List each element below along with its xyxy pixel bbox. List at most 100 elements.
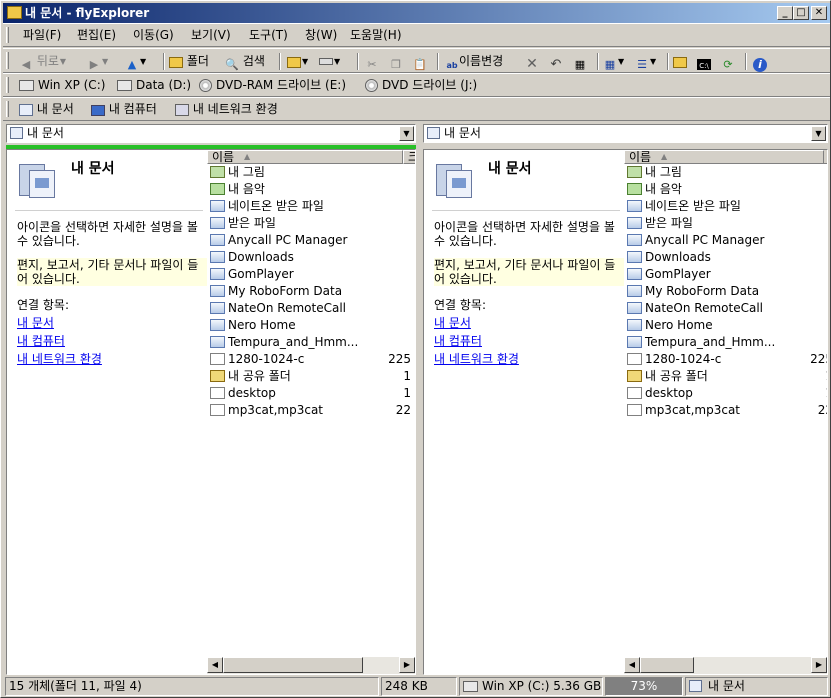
undo-icon: ↶ xyxy=(550,57,562,72)
file-name: My RoboForm Data xyxy=(228,284,343,298)
related-my-documents[interactable]: 내 문서 xyxy=(434,314,519,332)
scroll-left-button[interactable]: ◀ xyxy=(207,657,223,673)
title-bar[interactable]: 내 문서 - flyExplorer _ □ ✕ xyxy=(3,3,830,23)
left-pane[interactable]: 내 문서 ▼ 내 문서 아이콘을 선택하면 자세한 설명을 볼 수 있습니다. … xyxy=(5,122,416,675)
list-item[interactable]: 내 공유 폴더 1 xyxy=(207,368,415,385)
minimize-button[interactable]: _ xyxy=(777,6,793,20)
list-item[interactable]: 1280-1024-c 225 xyxy=(624,351,827,368)
list-item[interactable]: 1280-1024-c 225 xyxy=(207,351,415,368)
close-button[interactable]: ✕ xyxy=(811,6,827,20)
rename-button[interactable]: ab이름변경 xyxy=(445,52,503,71)
scroll-right-button[interactable]: ▶ xyxy=(811,657,827,673)
drive-j[interactable]: DVD 드라이브 (J:) xyxy=(365,76,477,95)
list-item[interactable]: Tempura_and_Hmm... xyxy=(207,334,415,351)
list-item[interactable]: Downloads xyxy=(624,249,827,266)
file-list[interactable]: 이름 ▲ 내 그림 내 음악 네이트온 받은 파일 받은 파일 Anycall PC Ma… xyxy=(624,150,827,656)
menu-view[interactable]: 보기(V) xyxy=(187,27,235,43)
list-item[interactable]: 내 음악 xyxy=(624,181,827,198)
drive-d[interactable]: Data (D:) xyxy=(117,76,191,95)
forward-button[interactable]: ▶ ▼ xyxy=(87,52,108,71)
move-folder-icon xyxy=(287,57,301,68)
list-item[interactable]: My RoboForm Data xyxy=(624,283,827,300)
column-header-name[interactable]: 이름 ▲ xyxy=(624,150,824,164)
fav-network[interactable]: 내 네트워크 환경 xyxy=(175,100,278,119)
list-item[interactable]: 내 그림 xyxy=(207,164,415,181)
menu-file[interactable]: 파일(F) xyxy=(19,27,65,43)
back-button[interactable]: ◀ 뒤로▼ xyxy=(19,52,66,71)
menu-window[interactable]: 창(W) xyxy=(301,27,341,43)
fav-my-documents[interactable]: 내 문서 xyxy=(19,100,74,119)
address-combo[interactable]: 내 문서 ▼ xyxy=(6,124,416,143)
list-item[interactable]: Anycall PC Manager xyxy=(624,232,827,249)
list-item[interactable]: Nero Home xyxy=(207,317,415,334)
address-dropdown-button[interactable]: ▼ xyxy=(399,126,414,141)
related-my-computer[interactable]: 내 컴퓨터 xyxy=(17,332,102,350)
column-header-size[interactable]: 크 xyxy=(403,150,415,164)
scroll-thumb[interactable] xyxy=(223,657,363,673)
list-item[interactable]: NateOn RemoteCall xyxy=(624,300,827,317)
related-my-documents[interactable]: 내 문서 xyxy=(17,314,102,332)
drive-e[interactable]: DVD-RAM 드라이브 (E:) xyxy=(199,76,346,95)
scroll-right-button[interactable]: ▶ xyxy=(399,657,415,673)
list-item[interactable]: 네이트온 받은 파일 xyxy=(207,198,415,215)
maximize-button[interactable]: □ xyxy=(793,6,809,20)
list-item[interactable]: Anycall PC Manager xyxy=(207,232,415,249)
paste-button[interactable]: 📋 xyxy=(413,52,427,71)
about-button[interactable]: i xyxy=(753,52,767,72)
scroll-thumb[interactable] xyxy=(640,657,694,673)
list-item[interactable]: GomPlayer xyxy=(624,266,827,283)
drive-button[interactable]: ▼ xyxy=(319,52,340,71)
list-item[interactable]: desktop 1 xyxy=(207,385,415,402)
toolbar-grip[interactable] xyxy=(6,52,9,69)
list-item[interactable]: Nero Home xyxy=(624,317,827,334)
list-item[interactable]: 내 그림 xyxy=(624,164,827,181)
horizontal-scrollbar[interactable]: ◀ ▶ xyxy=(624,657,827,674)
cut-button[interactable]: ✂ xyxy=(365,52,379,71)
menu-edit[interactable]: 편집(E) xyxy=(73,27,120,43)
list-item[interactable]: mp3cat,mp3cat 22 xyxy=(624,402,827,419)
move-to-button[interactable]: ▼ xyxy=(287,52,308,71)
drive-c[interactable]: Win XP (C:) xyxy=(19,76,105,95)
list-item[interactable]: 내 공유 폴더 1 xyxy=(624,368,827,385)
address-combo[interactable]: 내 문서 ▼ xyxy=(423,124,828,143)
list-item[interactable]: desktop 1 xyxy=(624,385,827,402)
up-button[interactable]: ▲ ▼ xyxy=(125,52,146,71)
properties-button[interactable]: ▦ xyxy=(573,52,587,71)
fav-my-computer[interactable]: 내 컴퓨터 xyxy=(91,100,157,119)
list-item[interactable]: Tempura_and_Hmm... xyxy=(624,334,827,351)
list-item[interactable]: 내 음악 xyxy=(207,181,415,198)
address-dropdown-button[interactable]: ▼ xyxy=(811,126,826,141)
list-item[interactable]: 받은 파일 xyxy=(207,215,415,232)
list-item[interactable]: 네이트온 받은 파일 xyxy=(624,198,827,215)
search-button[interactable]: 🔍 검색 xyxy=(225,52,265,71)
list-item[interactable]: GomPlayer xyxy=(207,266,415,283)
command-prompt-button[interactable]: C:\ xyxy=(697,52,711,71)
folders-button[interactable]: 폴더 xyxy=(169,52,209,71)
undo-button[interactable]: ↶ xyxy=(549,52,563,72)
list-item[interactable]: mp3cat,mp3cat 22 xyxy=(207,402,415,419)
scroll-left-button[interactable]: ◀ xyxy=(624,657,640,673)
list-item[interactable]: My RoboForm Data xyxy=(207,283,415,300)
column-header-name[interactable]: 이름 ▲ xyxy=(207,150,403,164)
menu-tools[interactable]: 도구(T) xyxy=(245,27,292,43)
menu-go[interactable]: 이동(G) xyxy=(129,27,178,43)
toolbar-grip[interactable] xyxy=(6,77,9,93)
toolbar-grip[interactable] xyxy=(6,27,9,43)
file-list[interactable]: 이름 ▲ 크 내 그림 내 음악 네이트온 받은 파일 받은 파일 Anycall PC … xyxy=(207,150,415,656)
related-my-computer[interactable]: 내 컴퓨터 xyxy=(434,332,519,350)
horizontal-scrollbar[interactable]: ◀ ▶ xyxy=(207,657,415,674)
related-network[interactable]: 내 네트워크 환경 xyxy=(434,350,519,368)
right-pane[interactable]: 내 문서 ▼ 내 문서 아이콘을 선택하면 자세한 설명을 볼 수 있습니다. … xyxy=(422,122,828,675)
list-item[interactable]: 받은 파일 xyxy=(624,215,827,232)
copy-button[interactable]: ❐ xyxy=(389,52,403,71)
refresh-button[interactable]: ⟳ xyxy=(721,52,735,71)
new-folder-button[interactable] xyxy=(673,52,687,71)
related-network[interactable]: 내 네트워크 환경 xyxy=(17,350,102,368)
list-item[interactable]: NateOn RemoteCall xyxy=(207,300,415,317)
arrange-button[interactable]: ☰ ▼ xyxy=(635,52,656,71)
menu-help[interactable]: 도움말(H) xyxy=(346,27,406,43)
delete-button[interactable]: ✕ xyxy=(525,52,539,71)
toolbar-grip[interactable] xyxy=(6,101,9,117)
view-mode-button[interactable]: ▦ ▼ xyxy=(603,52,624,71)
list-item[interactable]: Downloads xyxy=(207,249,415,266)
